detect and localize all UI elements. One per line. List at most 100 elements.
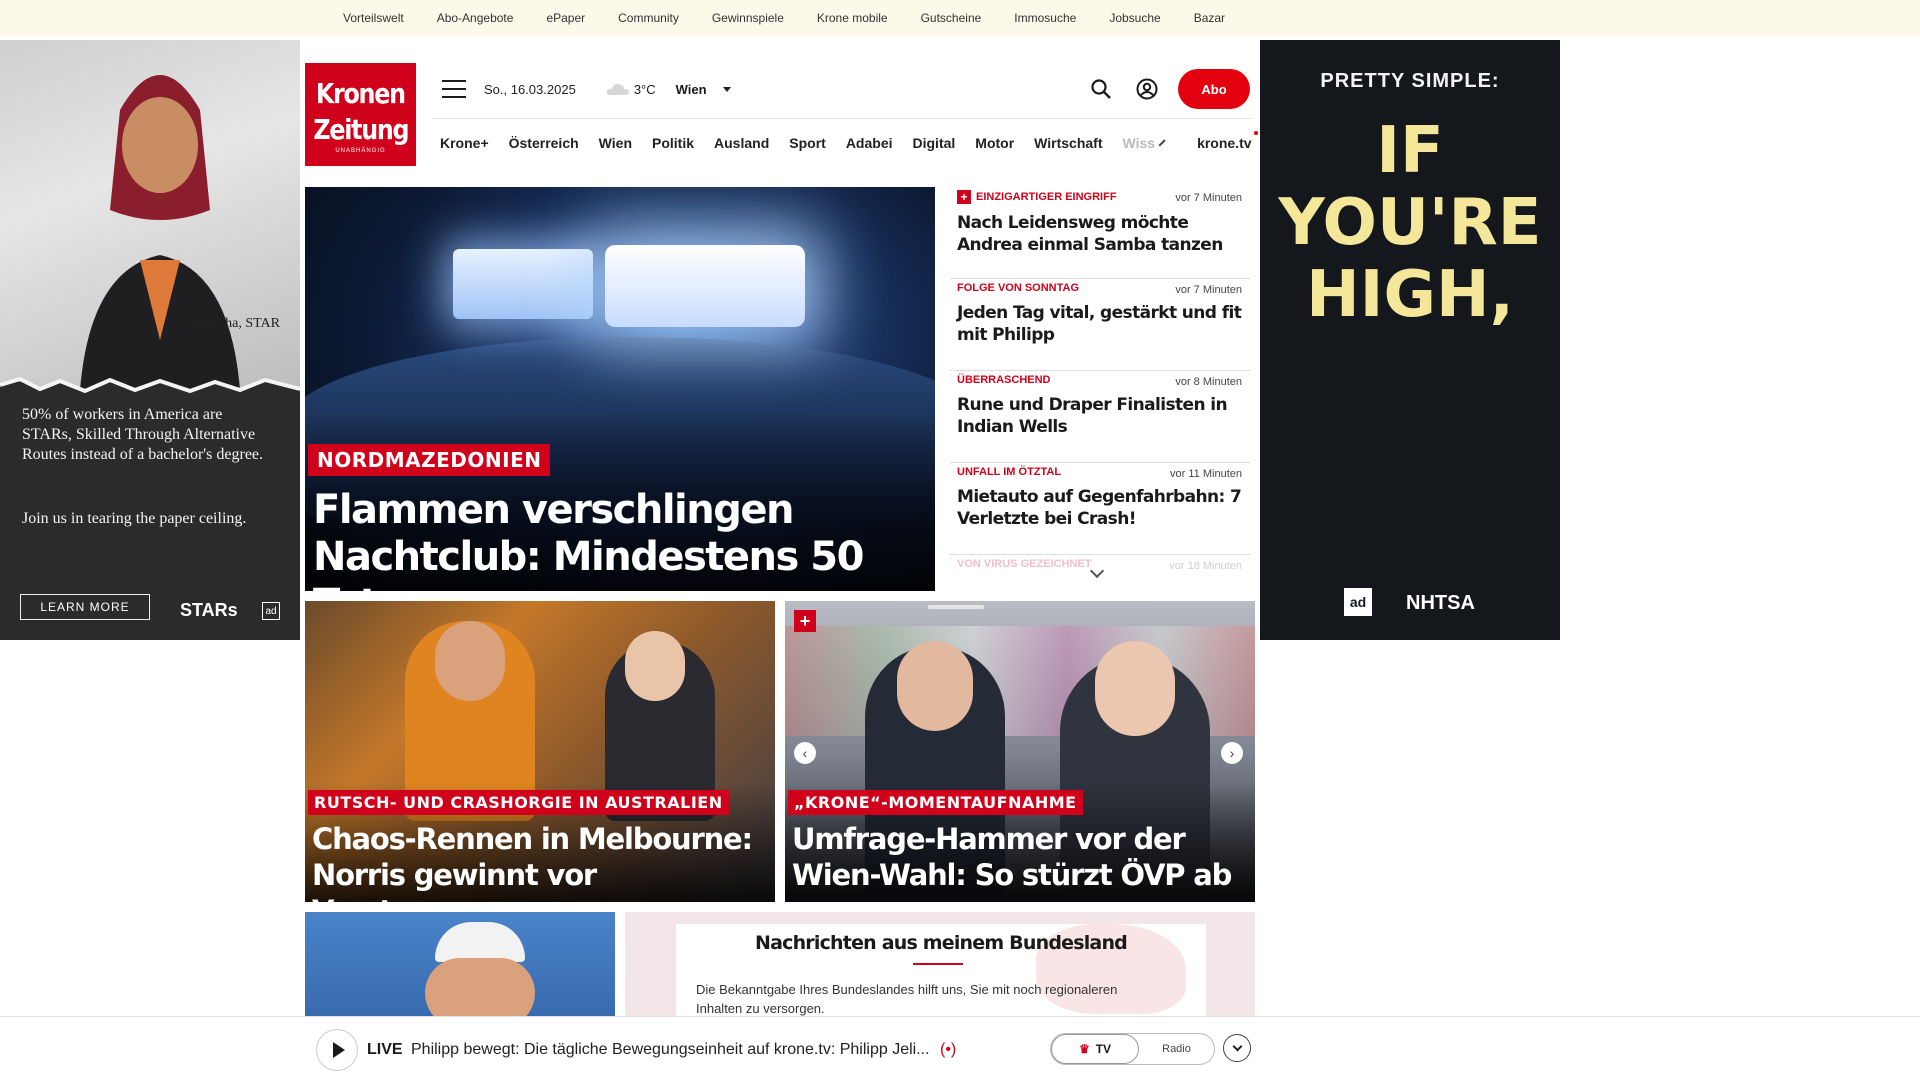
card-image-politician-right-face	[1095, 641, 1175, 736]
list-item-time: vor 7 Minuten	[1175, 284, 1242, 296]
ad-person-illustration	[80, 75, 240, 390]
chevron-down-icon	[1232, 1041, 1242, 1052]
play-icon	[332, 1042, 345, 1058]
broadcast-icon: (•)	[940, 1041, 957, 1058]
header-bar: So., 16.03.2025 3°C Wien	[432, 66, 1252, 112]
card-headline[interactable]: Umfrage-Hammer vor der Wien-Wahl: So stü…	[792, 821, 1252, 893]
krone-plus-icon: +	[957, 190, 971, 204]
utility-link-bazar[interactable]: Bazar	[1194, 11, 1225, 25]
hero-kicker: NORDMAZEDONIEN	[308, 444, 551, 476]
nav-krone-tv-label: krone.tv	[1197, 134, 1252, 151]
list-item[interactable]: UNFALL IM ÖTZTAL vor 11 Minuten Mietauto…	[950, 463, 1250, 555]
section-nav: Krone+ Österreich Wien Politik Ausland S…	[432, 118, 1258, 166]
list-item-headline[interactable]: Mietauto auf Gegenfahrbahn: 7 Verletzte …	[957, 486, 1244, 530]
ad-right-headline: PRETTY SIMPLE:	[1320, 70, 1500, 92]
list-item[interactable]: ÜBERRASCHEND vor 8 Minuten Rune und Drap…	[950, 371, 1250, 463]
ad-council-icon: ad	[262, 602, 280, 620]
kronen-zeitung-logo[interactable]: Kronen Zeitung UNABHÄNGIG	[305, 63, 416, 166]
nav-motor[interactable]: Motor	[975, 135, 1014, 151]
article-card-melbourne[interactable]: RUTSCH- UND CRASHORGIE IN AUSTRALIEN Cha…	[305, 601, 775, 902]
utility-link-gewinnspiele[interactable]: Gewinnspiele	[712, 11, 784, 25]
user-account-icon[interactable]	[1136, 78, 1158, 100]
list-item-time: vor 11 Minuten	[1170, 468, 1242, 480]
ad-left-skyscraper[interactable]: Samantha, STAR 50% of workers in America…	[0, 40, 300, 640]
card-kicker: RUTSCH- UND CRASHORGIE IN AUSTRALIEN	[308, 790, 729, 815]
list-item[interactable]: FOLGE VON SONNTAG vor 7 Minuten Jeden Ta…	[950, 279, 1250, 371]
nav-digital[interactable]: Digital	[913, 135, 956, 151]
nav-wirtschaft[interactable]: Wirtschaft	[1034, 135, 1102, 151]
ad-left-photo	[0, 40, 300, 390]
stars-logo: STARs	[180, 600, 238, 620]
nav-wien[interactable]: Wien	[599, 135, 632, 151]
nav-adabei[interactable]: Adabei	[846, 135, 893, 151]
list-item-time: vor 8 Minuten	[1175, 376, 1242, 388]
nav-krone-tv[interactable]: krone.tv	[1197, 130, 1258, 151]
card-image-driver-face	[435, 621, 505, 701]
nav-sport[interactable]: Sport	[789, 135, 826, 151]
tv-radio-toggle: ♛ TV Radio	[1050, 1033, 1215, 1065]
carousel-prev-icon[interactable]: ‹	[794, 742, 816, 764]
ad-left-body: 50% of workers in America are STARs, Ski…	[22, 406, 264, 463]
menu-icon[interactable]	[442, 80, 466, 98]
list-item-headline[interactable]: Nach Leidensweg möchte Andrea einmal Sam…	[957, 212, 1244, 256]
nhtsa-logo: NHTSA	[1406, 592, 1475, 614]
list-item-headline[interactable]: Rune und Draper Finalisten in Indian Wel…	[957, 394, 1244, 438]
ad-right-big-text: IF YOU'RE HIGH,	[1278, 114, 1542, 332]
abo-button[interactable]: Abo	[1178, 69, 1250, 109]
article-card-umfrage[interactable]: + ‹ › „KRONE“-MOMENTAUFNAHME Umfrage-Ham…	[785, 601, 1255, 902]
ad-right-skyscraper[interactable]: PRETTY SIMPLE: IF YOU'RE HIGH, ad NHTSA	[1260, 40, 1560, 640]
hero-image-light-left	[453, 249, 593, 319]
list-item-time: vor 7 Minuten	[1175, 192, 1242, 204]
krone-plus-icon: +	[794, 610, 816, 632]
expand-player-button[interactable]	[1223, 1034, 1251, 1062]
logo-line-2: Zeitung	[313, 112, 409, 146]
slide-indicator	[928, 605, 984, 609]
ad-left-caption: Samantha, STAR	[183, 316, 280, 331]
nav-oesterreich[interactable]: Österreich	[509, 135, 579, 151]
nav-wissen[interactable]: Wiss	[1123, 135, 1156, 151]
live-dot-icon	[1253, 130, 1258, 135]
utility-link-gutscheine[interactable]: Gutscheine	[921, 11, 982, 25]
list-item-headline[interactable]: Jeden Tag vital, gestärkt und fit mit Ph…	[957, 302, 1244, 346]
search-icon[interactable]	[1090, 78, 1112, 100]
ad-left-cta-text: Join us in tearing the paper ceiling.	[22, 510, 247, 527]
bundesland-description: Die Bekanntgabe Ihres Bundeslandes hilft…	[696, 982, 1118, 1016]
utility-link-krone-mobile[interactable]: Krone mobile	[817, 11, 888, 25]
utility-link-abo-angebote[interactable]: Abo-Angebote	[437, 11, 514, 25]
nav-krone-plus[interactable]: Krone+	[440, 135, 489, 151]
play-button[interactable]	[316, 1029, 358, 1071]
utility-link-vorteilswelt[interactable]: Vorteilswelt	[343, 11, 404, 25]
live-label: LIVE	[367, 1041, 403, 1058]
hero-headline[interactable]: Flammen verschlingen Nachtclub: Mindeste…	[313, 487, 928, 591]
current-date: So., 16.03.2025	[484, 81, 576, 97]
hero-image-light-right	[605, 245, 805, 327]
tv-toggle-label: TV	[1095, 1042, 1112, 1056]
utility-link-immosuche[interactable]: Immosuche	[1014, 11, 1076, 25]
crown-icon: ♛	[1078, 1042, 1090, 1056]
live-player-bar: LIVE Philipp bewegt: Die tägliche Bewegu…	[0, 1016, 1920, 1080]
utility-link-community[interactable]: Community	[618, 11, 679, 25]
card-headline[interactable]: Chaos-Rennen in Melbourne: Norris gewinn…	[312, 821, 772, 902]
weather-city-select[interactable]: Wien	[676, 82, 707, 97]
utility-link-epaper[interactable]: ePaper	[546, 11, 585, 25]
nav-ausland[interactable]: Ausland	[714, 135, 769, 151]
chevron-right-icon[interactable]	[1158, 138, 1166, 147]
cloud-icon	[606, 83, 629, 95]
live-now-playing[interactable]: Philipp bewegt: Die tägliche Bewegungsei…	[411, 1041, 931, 1059]
card-image-team-member-face	[625, 631, 685, 701]
chevron-down-icon[interactable]	[722, 86, 731, 92]
radio-toggle-button[interactable]: Radio	[1139, 1034, 1214, 1064]
ad-council-icon: ad	[1344, 588, 1372, 616]
hero-article[interactable]: NORDMAZEDONIEN Flammen verschlingen Nach…	[305, 187, 935, 591]
learn-more-button[interactable]: LEARN MORE	[20, 594, 150, 620]
utility-link-jobsuche[interactable]: Jobsuche	[1109, 11, 1160, 25]
weather-temperature: 3°C	[633, 81, 656, 97]
tv-toggle-button[interactable]: ♛ TV	[1051, 1034, 1139, 1064]
list-item[interactable]: + EINZIGARTIGER EINGRIFF vor 7 Minuten Na…	[950, 187, 1250, 279]
utility-nav: Vorteilswelt Abo-Angebote ePaper Communi…	[0, 0, 1920, 36]
carousel-next-icon[interactable]: ›	[1221, 742, 1243, 764]
nav-politik[interactable]: Politik	[652, 135, 694, 151]
list-item-kicker-text: EINZIGARTIGER EINGRIFF	[976, 191, 1117, 203]
logo-line-1: Kronen	[316, 76, 406, 110]
latest-news-list: + EINZIGARTIGER EINGRIFF vor 7 Minuten Na…	[950, 187, 1250, 577]
